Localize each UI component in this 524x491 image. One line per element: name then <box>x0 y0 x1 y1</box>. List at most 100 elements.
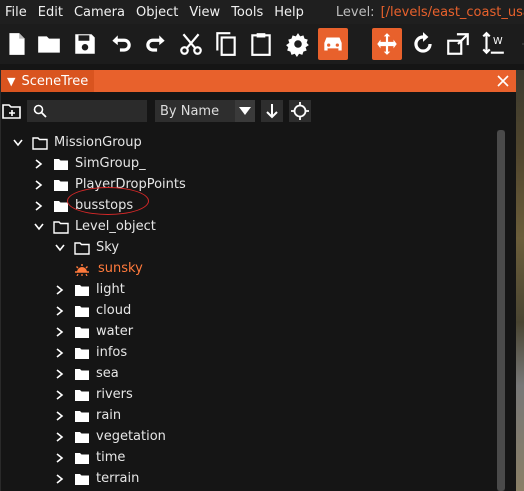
chevron-right-icon[interactable] <box>53 300 67 321</box>
paste-button[interactable] <box>246 28 276 60</box>
collapse-arrow-icon[interactable]: ▼ <box>7 75 15 88</box>
folder-icon <box>75 326 89 338</box>
tree-row-light[interactable]: light <box>53 279 125 300</box>
search-input[interactable] <box>53 103 147 119</box>
tree-row-water[interactable]: water <box>53 321 133 342</box>
menu-tools[interactable]: Tools <box>226 5 269 20</box>
vehicle-icon <box>324 37 342 51</box>
tree-row-simgroup[interactable]: SimGroup_ <box>32 153 146 174</box>
menu-edit[interactable]: Edit <box>33 5 69 20</box>
add-group-button[interactable] <box>1 100 23 122</box>
scale-button[interactable] <box>443 28 473 60</box>
menu-file[interactable]: File <box>0 5 33 20</box>
paste-icon <box>251 33 271 56</box>
chevron-down-icon[interactable] <box>53 237 67 258</box>
cut-button[interactable] <box>176 28 206 60</box>
search-row: By Name <box>1 98 516 124</box>
scene-tree-tab[interactable]: ▼ SceneTree <box>1 70 95 92</box>
svg-text:W: W <box>493 36 503 47</box>
tree-row-label: time <box>96 450 126 465</box>
tree-row-rivers[interactable]: rivers <box>53 384 133 405</box>
world-axis-button[interactable]: W <box>478 28 508 60</box>
tree-row-label: terrain <box>96 471 140 486</box>
chevron-right-icon[interactable] <box>53 426 67 447</box>
undo-button[interactable] <box>106 28 136 60</box>
menu-view[interactable]: View <box>184 5 226 20</box>
chevron-right-icon[interactable] <box>53 279 67 300</box>
tree-row-cloud[interactable]: cloud <box>53 300 131 321</box>
folder-icon <box>75 410 89 422</box>
level-path: [/levels/east_coast_usa/info.json] <box>380 4 524 20</box>
chevron-right-icon[interactable] <box>53 363 67 384</box>
folder-icon <box>54 158 68 170</box>
copy-button[interactable] <box>211 28 241 60</box>
chevron-right-icon[interactable] <box>53 405 67 426</box>
rotate-icon <box>414 32 432 53</box>
tree-row-label: Sky <box>96 240 120 255</box>
tree-scrollbar[interactable] <box>497 130 505 491</box>
chevron-down-icon[interactable] <box>11 132 25 153</box>
search-icon <box>33 104 47 118</box>
panel-titlebar[interactable]: ▼ SceneTree <box>1 70 516 92</box>
tree-row-time[interactable]: time <box>53 447 125 468</box>
add-folder-icon <box>2 104 21 119</box>
open-folder-button[interactable] <box>34 28 64 60</box>
search-input-wrap <box>27 100 147 122</box>
chevron-right-icon[interactable] <box>53 384 67 405</box>
snap-button[interactable] <box>510 28 524 60</box>
folder-icon <box>75 347 89 359</box>
copy-icon <box>216 32 236 56</box>
sort-select[interactable]: By Name <box>155 100 255 122</box>
folder-icon <box>75 452 89 464</box>
toolbar: W <box>0 24 524 64</box>
selection-highlight-ellipse <box>67 187 149 215</box>
viewport-edge[interactable] <box>515 70 524 491</box>
tree-row-label: SimGroup_ <box>75 156 146 171</box>
menu-help[interactable]: Help <box>269 5 310 20</box>
tree-row-label: sunsky <box>98 261 143 276</box>
tree-row-sea[interactable]: sea <box>53 363 119 384</box>
sun-icon <box>75 263 89 276</box>
tree-row-label: sea <box>96 366 119 381</box>
new-file-button[interactable] <box>2 28 32 60</box>
chevron-right-icon[interactable] <box>32 153 46 174</box>
chevron-right-icon[interactable] <box>32 195 46 216</box>
settings-button[interactable] <box>283 28 313 60</box>
tree-row-label: cloud <box>96 303 132 318</box>
cut-icon <box>180 33 202 55</box>
save-button[interactable] <box>70 28 100 60</box>
scene-tree: MissionGroup SimGroup_ PlayerDropPoints … <box>1 130 493 491</box>
vehicle-button[interactable] <box>318 28 348 60</box>
redo-button[interactable] <box>141 28 171 60</box>
undo-icon <box>112 35 131 52</box>
chevron-right-icon[interactable] <box>32 174 46 195</box>
chevron-down-icon[interactable] <box>32 216 46 237</box>
chevron-right-icon[interactable] <box>53 468 67 489</box>
tree-row-sky[interactable]: Sky <box>53 237 119 258</box>
arrow-down-icon <box>266 104 278 119</box>
menu-object[interactable]: Object <box>131 5 184 20</box>
panel-title: SceneTree <box>21 73 89 89</box>
folder-icon <box>75 473 89 485</box>
tree-row-infos[interactable]: infos <box>53 342 127 363</box>
sort-direction-button[interactable] <box>261 100 283 122</box>
menu-camera[interactable]: Camera <box>69 5 131 20</box>
chevron-right-icon[interactable] <box>53 342 67 363</box>
chevron-right-icon[interactable] <box>53 321 67 342</box>
scrollbar-thumb[interactable] <box>497 130 505 491</box>
tree-row-sunsky[interactable]: sunsky <box>74 258 143 279</box>
move-gizmo-button[interactable] <box>372 28 402 60</box>
chevron-right-icon[interactable] <box>53 447 67 468</box>
tree-row-vegetation[interactable]: vegetation <box>53 426 166 447</box>
close-button[interactable] <box>494 71 512 91</box>
rotate-button[interactable] <box>408 28 438 60</box>
tree-row-terrain[interactable]: terrain <box>53 468 139 489</box>
tree-row-label: infos <box>96 345 128 360</box>
tree-row-rain[interactable]: rain <box>53 405 121 426</box>
folder-icon <box>32 136 48 150</box>
tree-row-level-object[interactable]: Level_object <box>32 216 156 237</box>
scale-icon <box>447 33 469 55</box>
crosshair-icon <box>291 102 309 120</box>
tree-row-missiongroup[interactable]: MissionGroup <box>11 132 142 153</box>
locate-button[interactable] <box>289 100 311 122</box>
